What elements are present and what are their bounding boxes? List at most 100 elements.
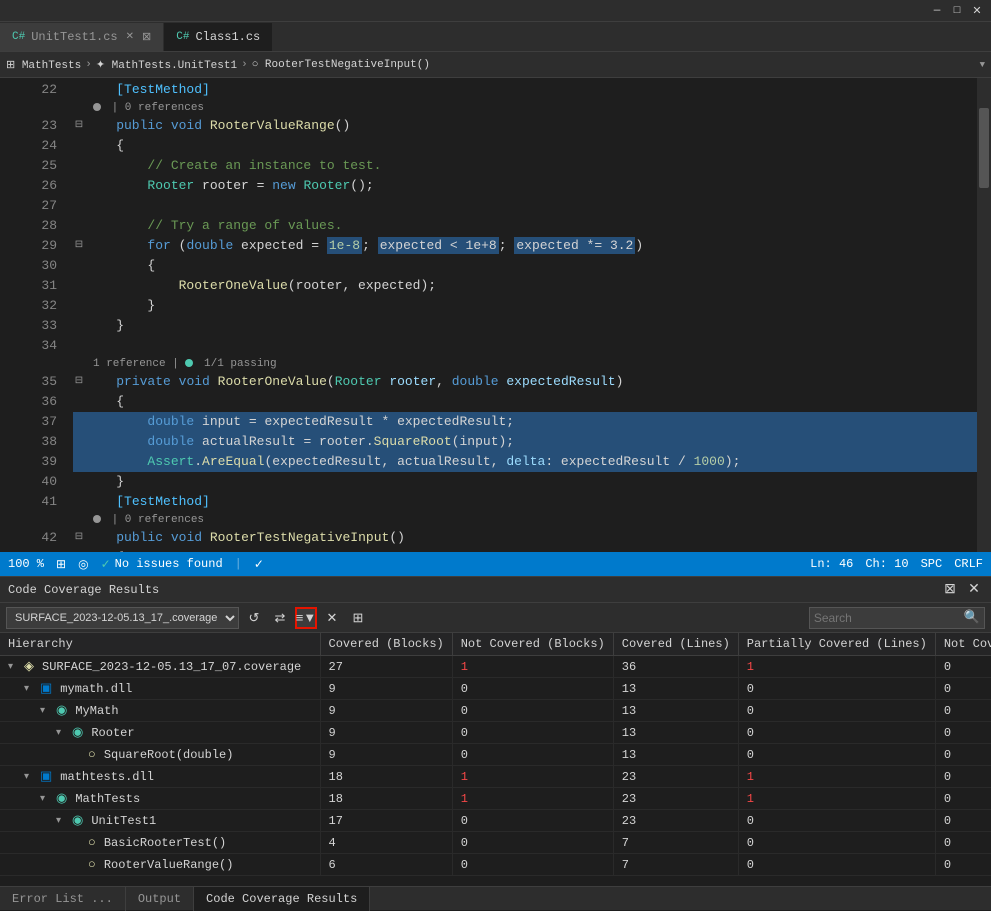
table-row[interactable]: ○BasicRooterTest()40700 xyxy=(0,832,991,854)
title-bar: — □ ✕ xyxy=(0,0,991,22)
table-row[interactable]: ○RooterValueRange()60700 xyxy=(0,854,991,876)
cs-icon-active: C# xyxy=(176,31,189,43)
gutter-line-34 xyxy=(0,334,18,354)
gutter-refline-35 xyxy=(0,354,18,370)
line-number-column: 22 23 24 25 26 27 28 29 30 31 32 33 34 3… xyxy=(18,78,73,552)
bottom-tab-coverage[interactable]: Code Coverage Results xyxy=(194,887,370,911)
coverage-panel: Code Coverage Results ⊠ ✕ SURFACE_2023-1… xyxy=(0,576,991,886)
code-line-36: { xyxy=(73,392,977,412)
table-row[interactable]: ▾◉MathTests1812310 xyxy=(0,788,991,810)
code-line-31: RooterOneValue(rooter, expected); xyxy=(73,276,977,296)
collapse-23[interactable]: ⊟ xyxy=(73,116,85,136)
code-content[interactable]: [TestMethod] | 0 references ⊟ public voi… xyxy=(73,78,977,552)
search-input[interactable] xyxy=(814,611,964,625)
table-row[interactable]: ▾▣mathtests.dll1812310 xyxy=(0,766,991,788)
table-row[interactable]: ○SquareRoot(double)901300 xyxy=(0,744,991,766)
gutter-line-24 xyxy=(0,134,18,154)
ln-43: 43 xyxy=(18,548,65,552)
ref-dot-passing xyxy=(185,359,193,367)
tab-label-active: Class1.cs xyxy=(195,30,260,44)
scrollbar-thumb[interactable] xyxy=(979,108,989,188)
breadcrumb-part1[interactable]: ⊞ MathTests xyxy=(6,58,81,72)
code-line-29: ⊟ for (double expected = 1e-8; expected … xyxy=(73,236,977,256)
gutter-line-38 xyxy=(0,430,18,450)
breadcrumb-part2[interactable]: ✦ MathTests.UnitTest1 xyxy=(96,58,237,72)
gutter-line-28 xyxy=(0,214,18,234)
gutter-refline-23 xyxy=(0,98,18,114)
gutter-line-23 xyxy=(0,114,18,134)
gutter-line-25 xyxy=(0,154,18,174)
tab-pin-icon[interactable]: ⊠ xyxy=(142,30,151,44)
sync-icon[interactable]: ◎ xyxy=(78,557,88,572)
breadcrumb-dropdown-icon[interactable]: ▼ xyxy=(980,60,985,70)
close-button[interactable]: ✕ xyxy=(969,3,985,19)
ln-34: 34 xyxy=(18,336,65,356)
breadcrumb-part3[interactable]: ○ RooterTestNegativeInput() xyxy=(252,59,430,71)
code-line-24: { xyxy=(73,136,977,156)
refresh-button[interactable]: ↺ xyxy=(243,607,265,629)
col-hierarchy[interactable]: Hierarchy xyxy=(0,633,320,656)
col-not-covered-lines[interactable]: Not Covered (Lines xyxy=(935,633,991,656)
col-covered-blocks[interactable]: Covered (Blocks) xyxy=(320,633,452,656)
panel-title-bar: Code Coverage Results ⊠ ✕ xyxy=(0,577,991,603)
tab-unittestcs[interactable]: C# UnitTest1.cs ✕ ⊠ xyxy=(0,23,164,51)
table-header-row: Hierarchy Covered (Blocks) Not Covered (… xyxy=(0,633,991,656)
table-row[interactable]: ▾◉Rooter901300 xyxy=(0,722,991,744)
panel-close-button[interactable]: ✕ xyxy=(965,581,983,599)
coverage-table-container[interactable]: Hierarchy Covered (Blocks) Not Covered (… xyxy=(0,633,991,886)
code-line-23: ⊟ public void RooterValueRange() xyxy=(73,116,977,136)
tab-class1cs[interactable]: C# Class1.cs xyxy=(164,23,273,51)
bottom-tab-output[interactable]: Output xyxy=(126,887,194,911)
collapse-35[interactable]: ⊟ xyxy=(73,372,85,392)
table-row[interactable]: ▾◉MyMath901300 xyxy=(0,700,991,722)
panel-toolbar: SURFACE_2023-12-05.13_17_.coverage ↺ ⇄ ≡… xyxy=(0,603,991,633)
bottom-tab-error-list[interactable]: Error List ... xyxy=(0,887,126,911)
collapse-29[interactable]: ⊟ xyxy=(73,236,85,256)
export-button[interactable]: ⊞ xyxy=(347,607,369,629)
ln-26: 26 xyxy=(18,176,65,196)
gutter-line-31 xyxy=(0,274,18,294)
ref-line-23: | 0 references xyxy=(73,100,977,116)
col-not-covered-blocks[interactable]: Not Covered (Blocks) xyxy=(452,633,613,656)
collapse-42[interactable]: ⊟ xyxy=(73,528,85,548)
git-icon[interactable]: ⊞ xyxy=(56,557,66,572)
ln-28: 28 xyxy=(18,216,65,236)
table-row[interactable]: ▾◈SURFACE_2023-12-05.13_17_07.coverage27… xyxy=(0,656,991,678)
coverage-table-body: ▾◈SURFACE_2023-12-05.13_17_07.coverage27… xyxy=(0,656,991,876)
gutter-line-36 xyxy=(0,390,18,410)
table-row[interactable]: ▾◉UnitTest11702300 xyxy=(0,810,991,832)
ln-36: 36 xyxy=(18,392,65,412)
table-row[interactable]: ▾▣mymath.dll901300 xyxy=(0,678,991,700)
code-line-30: { xyxy=(73,256,977,276)
filter-button[interactable]: ≡▼ xyxy=(295,607,317,629)
ln-32: 32 xyxy=(18,296,65,316)
cancel-button[interactable]: ✕ xyxy=(321,607,343,629)
compare-button[interactable]: ⇄ xyxy=(269,607,291,629)
breadcrumb-toolbar: ⊞ MathTests › ✦ MathTests.UnitTest1 › ○ … xyxy=(0,52,991,78)
code-line-25: // Create an instance to test. xyxy=(73,156,977,176)
maximize-button[interactable]: □ xyxy=(949,3,965,19)
tab-close-icon[interactable]: ✕ xyxy=(126,31,134,43)
ln-40: 40 xyxy=(18,472,65,492)
ln-24: 24 xyxy=(18,136,65,156)
code-line-38: double actualResult = rooter.SquareRoot(… xyxy=(73,432,977,452)
col-partially-covered-lines[interactable]: Partially Covered (Lines) xyxy=(738,633,935,656)
ln-30: 30 xyxy=(18,256,65,276)
zoom-level: 100 % xyxy=(8,557,44,571)
minimize-button[interactable]: — xyxy=(929,3,945,19)
coverage-file-dropdown[interactable]: SURFACE_2023-12-05.13_17_.coverage xyxy=(6,607,239,629)
gutter-line-37 xyxy=(0,410,18,430)
code-editor: 22 23 24 25 26 27 28 29 30 31 32 33 34 3… xyxy=(0,78,991,552)
scrollbar-track[interactable] xyxy=(977,78,991,552)
code-line-43: { xyxy=(73,548,977,552)
panel-pin-button[interactable]: ⊠ xyxy=(941,581,959,599)
gutter-line-26 xyxy=(0,174,18,194)
col-covered-lines[interactable]: Covered (Lines) xyxy=(613,633,738,656)
status-sep1: | xyxy=(235,557,242,571)
ln-37: 37 xyxy=(18,412,65,432)
ref-line-35: 1 reference | 1/1 passing xyxy=(73,356,977,372)
code-line-39: Assert.AreEqual(expectedResult, actualRe… xyxy=(73,452,977,472)
ln-25: 25 xyxy=(18,156,65,176)
code-line-28: // Try a range of values. xyxy=(73,216,977,236)
ln-27: 27 xyxy=(18,196,65,216)
